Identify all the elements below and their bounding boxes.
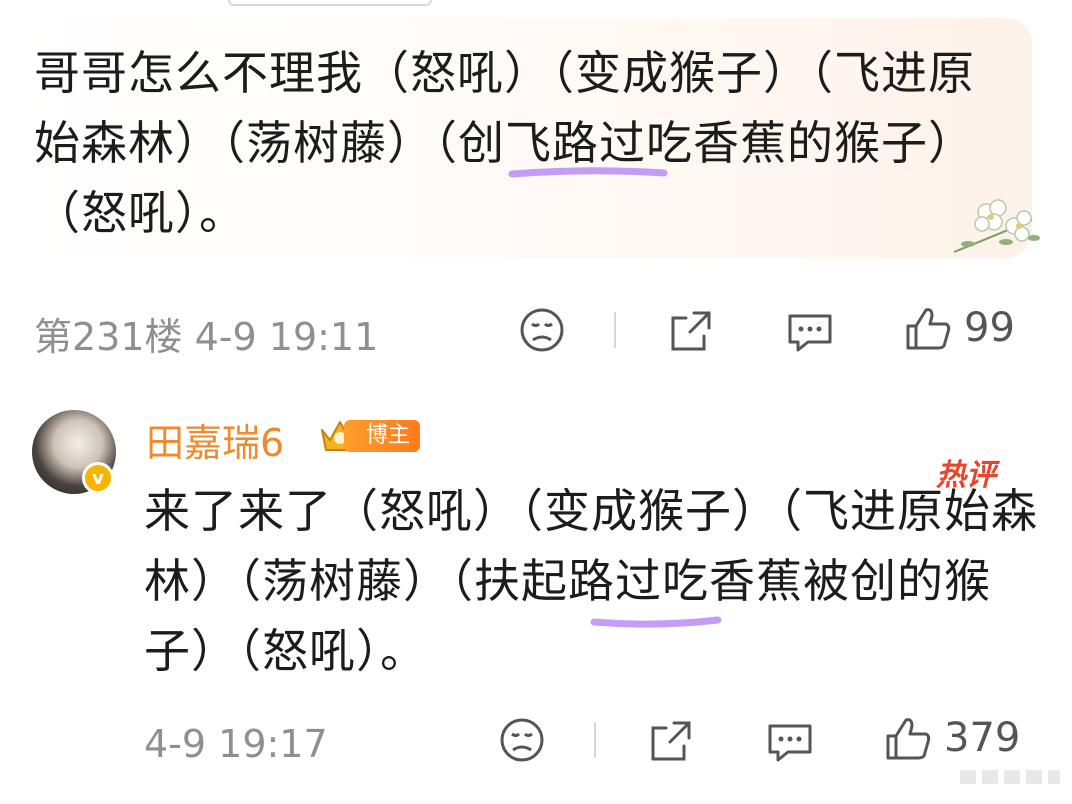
divider bbox=[594, 722, 596, 758]
share-button[interactable] bbox=[648, 718, 694, 764]
comment-button[interactable] bbox=[786, 310, 834, 354]
like-count: 379 bbox=[944, 715, 1021, 761]
share-icon bbox=[671, 311, 711, 351]
emoji-button[interactable] bbox=[518, 306, 566, 354]
thumb-up-icon bbox=[886, 718, 931, 760]
reply-text: 来了来了（怒吼）（变成猴子）（飞进原始森林）（荡树藤）（扶起路过吃香蕉被创的猴子… bbox=[144, 484, 1038, 678]
floor-number: 第231楼 bbox=[34, 315, 183, 359]
comment-button[interactable] bbox=[766, 720, 814, 764]
share-icon bbox=[651, 721, 691, 761]
comment-text: 哥哥怎么不理我（怒吼）（变成猴子）（飞进原始森林）（荡树藤）（创飞路过吃香蕉的猴… bbox=[34, 46, 975, 240]
reply-username[interactable]: 田嘉瑞6 bbox=[146, 412, 284, 467]
like-button[interactable]: 99 bbox=[904, 304, 1015, 352]
comment-meta: 第231楼 4-9 19:11 bbox=[34, 306, 378, 361]
emoji-button[interactable] bbox=[498, 716, 546, 764]
thumb-up-icon bbox=[906, 308, 951, 350]
comment-icon bbox=[768, 724, 812, 762]
divider bbox=[614, 312, 616, 348]
comment-icon bbox=[788, 314, 832, 352]
reply-time: 4-9 19:17 bbox=[144, 722, 328, 766]
flower-decoration-icon bbox=[953, 199, 1040, 253]
host-badge-label: 博主 bbox=[344, 420, 421, 452]
watermark bbox=[960, 770, 1060, 784]
host-badge: 博主 bbox=[318, 416, 421, 456]
like-button[interactable]: 379 bbox=[884, 714, 1020, 762]
highlight-underline bbox=[508, 167, 668, 178]
like-count: 99 bbox=[964, 305, 1015, 351]
previous-card-edge bbox=[228, 0, 432, 6]
verified-badge-icon: v bbox=[82, 462, 114, 494]
sad-face-icon bbox=[500, 718, 544, 762]
comment-time: 4-9 19:11 bbox=[194, 315, 379, 359]
sad-face-icon bbox=[520, 308, 564, 352]
comment-card: 哥哥怎么不理我（怒吼）（变成猴子）（飞进原始森林）（荡树藤）（创飞路过吃香蕉的猴… bbox=[20, 18, 1032, 258]
highlight-underline bbox=[590, 616, 722, 628]
share-button[interactable] bbox=[668, 308, 714, 354]
